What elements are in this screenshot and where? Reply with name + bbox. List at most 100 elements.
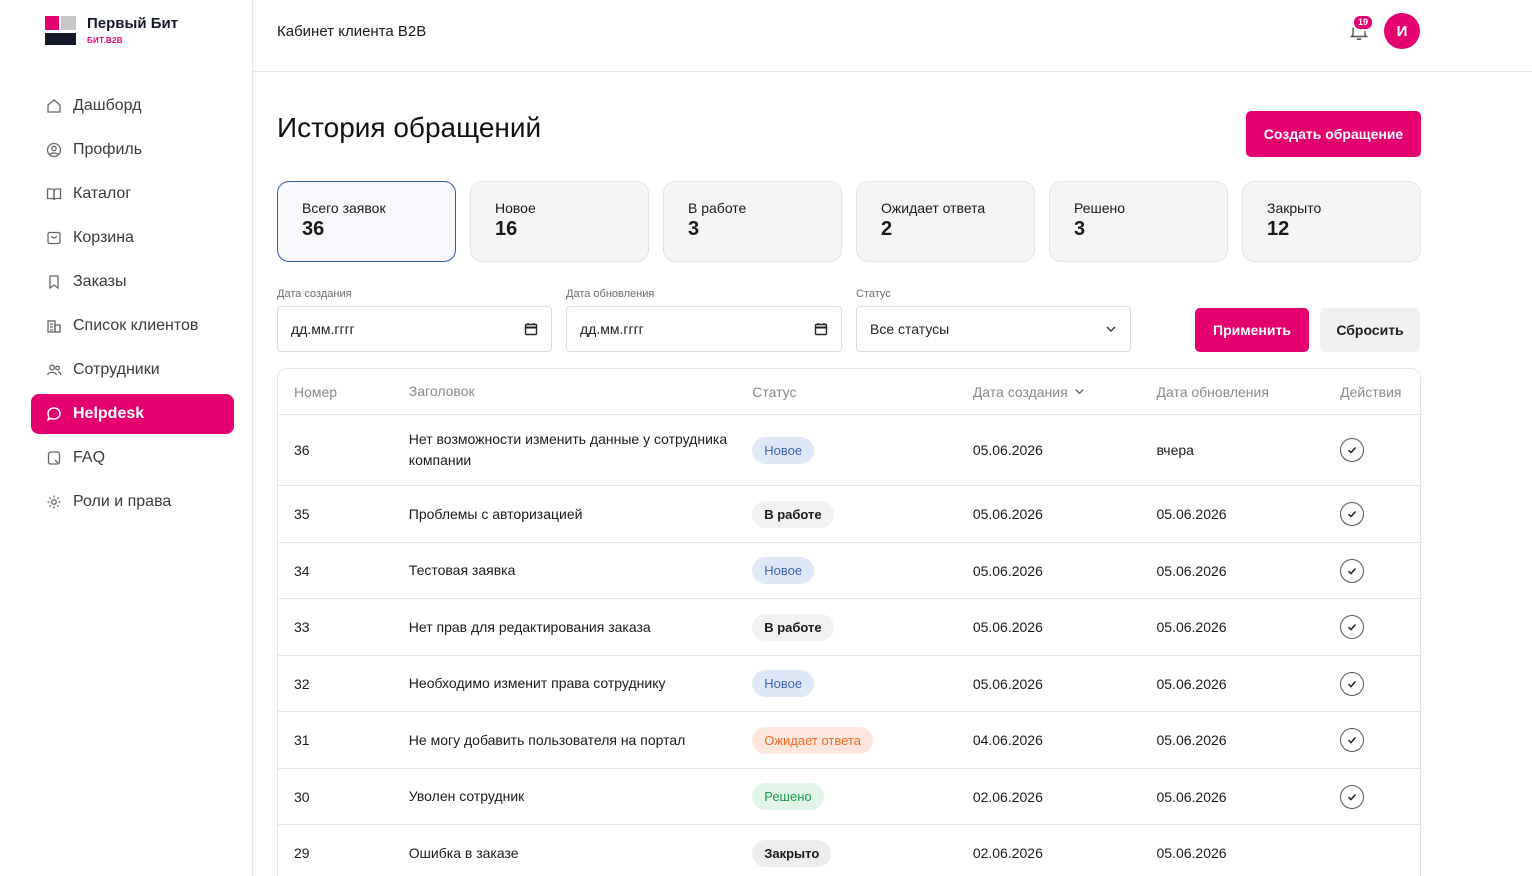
cell-number: 33	[294, 619, 310, 635]
brand-logo[interactable]: Первый Бит БИТ.B2B	[45, 16, 178, 46]
table-row[interactable]: 30 Уволен сотрудник Решено 02.06.2026 05.06.…	[278, 769, 1420, 825]
header-title: Кабинет клиента B2B	[277, 23, 427, 40]
faq-icon	[46, 450, 62, 466]
sidebar-item-catalog[interactable]: Каталог	[31, 174, 234, 214]
cell-created: 05.06.2026	[972, 506, 1043, 522]
sidebar-item-employees[interactable]: Сотрудники	[31, 350, 234, 390]
cell-updated: 05.06.2026	[1156, 845, 1227, 861]
cell-actions	[1340, 671, 1420, 696]
sidebar-item-helpdesk[interactable]: Helpdesk	[31, 394, 234, 434]
cell-updated: 05.06.2026	[1156, 619, 1227, 635]
sidebar-item-roles[interactable]: Роли и права	[31, 482, 234, 522]
cell-title[interactable]: Не могу добавить пользователя на портал	[409, 730, 752, 751]
table-row[interactable]: 35 Проблемы с авторизацией В работе 05.06.2…	[278, 486, 1420, 543]
cell-number: 34	[294, 562, 310, 579]
created-date-input[interactable]: дд.мм.гггг	[277, 306, 552, 352]
col-created-label: Дата создания	[972, 383, 1068, 400]
stat-card-new[interactable]: Новое 16	[470, 181, 649, 262]
cell-title[interactable]: Нет возможности изменить данные у сотруд…	[409, 429, 752, 471]
sidebar-item-clients[interactable]: Список клиентов	[31, 306, 234, 346]
resolve-check-icon[interactable]	[1340, 438, 1365, 462]
cell-created: 05.06.2026	[972, 562, 1043, 579]
cell-status: Закрыто	[752, 839, 973, 867]
create-ticket-button[interactable]: Создать обращение	[1246, 111, 1421, 157]
cart-icon	[46, 230, 62, 246]
created-date-placeholder: дд.мм.гггг	[291, 321, 355, 337]
sidebar-item-profile[interactable]: Профиль	[31, 130, 234, 170]
stat-value: 12	[1267, 218, 1290, 240]
resolve-check-icon[interactable]	[1340, 558, 1365, 583]
cell-title[interactable]: Тестовая заявка	[409, 560, 752, 581]
sidebar-item-faq[interactable]: FAQ	[31, 438, 234, 478]
stat-card-in-progress[interactable]: В работе 3	[663, 181, 842, 262]
stat-value: 3	[1074, 218, 1086, 240]
cell-actions	[1340, 558, 1420, 583]
updated-date-input[interactable]: дд.мм.гггг	[566, 306, 842, 352]
col-updated-header[interactable]: Дата обновления	[1156, 384, 1340, 400]
sidebar-item-dashboard[interactable]: Дашборд	[31, 86, 234, 126]
status-badge: Ожидает ответа	[752, 726, 873, 754]
cell-number: 30	[294, 788, 310, 805]
cell-title[interactable]: Уволен сотрудник	[409, 786, 752, 807]
stat-card-awaiting[interactable]: Ожидает ответа 2	[856, 181, 1035, 262]
sidebar-item-cart[interactable]: Корзина	[31, 218, 234, 258]
created-date-label: Дата создания	[277, 288, 352, 300]
cell-title[interactable]: Нет прав для редактирования заказа	[409, 617, 752, 638]
stat-label: В работе	[688, 200, 747, 216]
home-icon	[46, 98, 62, 114]
table-row[interactable]: 32 Необходимо изменит права сотруднику Нов…	[278, 656, 1420, 712]
status-badge: В работе	[752, 500, 834, 528]
sort-chevron-down-icon	[1075, 389, 1084, 395]
resolve-check-icon[interactable]	[1340, 615, 1365, 639]
cell-updated: 05.06.2026	[1156, 788, 1227, 805]
col-title-header[interactable]: Заголовок	[409, 381, 752, 402]
calendar-icon[interactable]	[524, 322, 538, 336]
stat-card-closed[interactable]: Закрыто 12	[1242, 181, 1421, 262]
table-row[interactable]: 34 Тестовая заявка Новое 05.06.2026 05.06.20…	[278, 543, 1420, 599]
avatar[interactable]: И	[1384, 13, 1420, 49]
cell-actions	[1340, 784, 1420, 809]
resolve-check-icon[interactable]	[1340, 671, 1365, 696]
sidebar-nav: Дашборд Профиль Каталог Корзина Заказы С…	[31, 86, 234, 526]
col-number-header[interactable]: Номер	[278, 384, 409, 400]
stat-card-total[interactable]: Всего заявок 36	[277, 181, 456, 262]
table-row[interactable]: 29 Ошибка в заказе Закрыто 02.06.2026 05.06.…	[278, 825, 1420, 876]
cell-title[interactable]: Ошибка в заказе	[409, 843, 752, 864]
reset-filters-button[interactable]: Сбросить	[1320, 308, 1420, 352]
building-icon	[46, 318, 62, 334]
stat-label: Всего заявок	[302, 200, 386, 216]
cell-title[interactable]: Необходимо изменит права сотруднику	[409, 673, 752, 694]
tickets-table: Номер Заголовок Статус Дата создания Дат…	[277, 368, 1421, 876]
status-badge: Новое	[752, 670, 815, 697]
resolve-check-icon[interactable]	[1340, 502, 1365, 526]
page-title: История обращений	[277, 112, 542, 143]
cell-number: 32	[294, 675, 310, 692]
status-badge: Новое	[752, 557, 815, 584]
gear-icon	[46, 494, 62, 510]
stat-label: Ожидает ответа	[881, 200, 986, 216]
table-header: Номер Заголовок Статус Дата создания Дат…	[278, 369, 1420, 415]
sidebar-item-orders[interactable]: Заказы	[31, 262, 234, 302]
col-created-header[interactable]: Дата создания	[973, 384, 1157, 400]
apply-filters-button[interactable]: Применить	[1195, 308, 1309, 352]
table-row[interactable]: 31 Не могу добавить пользователя на порта…	[278, 712, 1420, 769]
cell-status: Новое	[752, 670, 973, 697]
cell-status: Новое	[752, 436, 973, 464]
cell-actions	[1340, 615, 1420, 639]
cell-number: 35	[294, 506, 310, 522]
stat-card-resolved[interactable]: Решено 3	[1049, 181, 1228, 262]
cell-title[interactable]: Проблемы с авторизацией	[409, 504, 752, 525]
sidebar-item-label: Роли и права	[73, 493, 172, 510]
top-header: Кабинет клиента B2B 19 И	[253, 0, 1532, 72]
resolve-check-icon[interactable]	[1340, 728, 1365, 752]
cell-status: Новое	[752, 557, 973, 584]
cell-actions	[1340, 438, 1420, 462]
table-row[interactable]: 36 Нет возможности изменить данные у сотр…	[278, 415, 1420, 486]
calendar-icon[interactable]	[814, 322, 828, 336]
col-status-header[interactable]: Статус	[752, 384, 973, 400]
col-actions-header: Действия	[1340, 383, 1402, 400]
table-row[interactable]: 33 Нет прав для редактирования заказа В ра…	[278, 599, 1420, 656]
status-select-value: Все статусы	[870, 321, 950, 337]
status-select[interactable]: Все статусы	[856, 306, 1131, 352]
resolve-check-icon[interactable]	[1340, 784, 1365, 809]
